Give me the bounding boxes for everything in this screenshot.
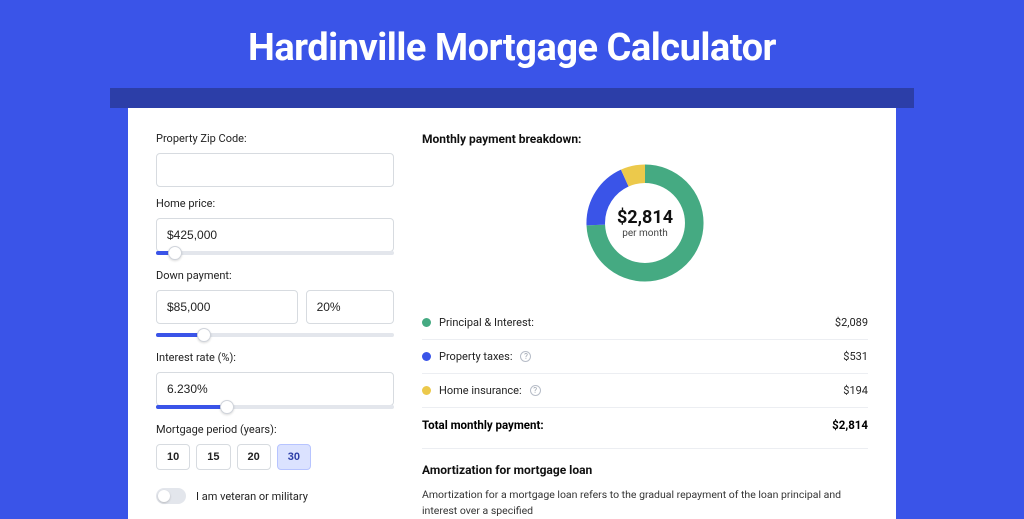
down-payment-slider[interactable] bbox=[156, 333, 394, 337]
breakdown-row-insurance: Home insurance: ? $194 bbox=[422, 374, 868, 408]
breakdown-value: $531 bbox=[843, 350, 868, 363]
zip-field: Property Zip Code: bbox=[156, 132, 394, 187]
info-icon[interactable]: ? bbox=[530, 385, 541, 396]
home-price-label: Home price: bbox=[156, 197, 394, 210]
interest-field: Interest rate (%): bbox=[156, 351, 394, 409]
breakdown-label: Home insurance: bbox=[439, 384, 522, 397]
breakdown-heading: Monthly payment breakdown: bbox=[422, 132, 868, 146]
veteran-toggle[interactable] bbox=[156, 488, 186, 504]
veteran-label: I am veteran or military bbox=[196, 490, 308, 503]
interest-slider[interactable] bbox=[156, 405, 394, 409]
breakdown-label: Property taxes: bbox=[439, 350, 512, 363]
zip-input[interactable] bbox=[156, 153, 394, 187]
down-payment-label: Down payment: bbox=[156, 269, 394, 282]
home-price-input[interactable] bbox=[156, 218, 394, 252]
period-label: Mortgage period (years): bbox=[156, 423, 394, 436]
amortization-heading: Amortization for mortgage loan bbox=[422, 448, 868, 477]
period-btn-20[interactable]: 20 bbox=[237, 444, 271, 470]
donut-sub: per month bbox=[622, 228, 668, 239]
breakdown-value: $2,089 bbox=[835, 316, 868, 329]
period-options: 10 15 20 30 bbox=[156, 444, 394, 470]
breakdown-row-taxes: Property taxes: ? $531 bbox=[422, 340, 868, 374]
zip-label: Property Zip Code: bbox=[156, 132, 394, 145]
down-payment-input[interactable] bbox=[156, 290, 298, 324]
amortization-text: Amortization for a mortgage loan refers … bbox=[422, 487, 868, 519]
slider-thumb[interactable] bbox=[197, 328, 211, 342]
total-value: $2,814 bbox=[832, 418, 868, 432]
header-shadow bbox=[110, 88, 914, 108]
dot-icon bbox=[422, 386, 431, 395]
interest-label: Interest rate (%): bbox=[156, 351, 394, 364]
slider-thumb[interactable] bbox=[168, 246, 182, 260]
slider-fill bbox=[156, 405, 227, 409]
dot-icon bbox=[422, 352, 431, 361]
breakdown-value: $194 bbox=[843, 384, 868, 397]
page-title: Hardinville Mortgage Calculator bbox=[0, 0, 1024, 88]
period-btn-30[interactable]: 30 bbox=[277, 444, 311, 470]
donut-center: $2,814 per month bbox=[580, 158, 710, 288]
form-column: Property Zip Code: Home price: Down paym… bbox=[156, 132, 394, 519]
donut-chart-wrap: $2,814 per month bbox=[422, 158, 868, 288]
total-label: Total monthly payment: bbox=[422, 418, 544, 432]
down-payment-pct-input[interactable] bbox=[306, 290, 394, 324]
donut-amount: $2,814 bbox=[617, 207, 673, 228]
donut-chart: $2,814 per month bbox=[580, 158, 710, 288]
info-icon[interactable]: ? bbox=[520, 351, 531, 362]
veteran-row: I am veteran or military bbox=[156, 488, 394, 504]
breakdown-total-row: Total monthly payment: $2,814 bbox=[422, 408, 868, 448]
home-price-field: Home price: bbox=[156, 197, 394, 255]
interest-input[interactable] bbox=[156, 372, 394, 406]
home-price-slider[interactable] bbox=[156, 251, 394, 255]
dot-icon bbox=[422, 318, 431, 327]
period-btn-15[interactable]: 15 bbox=[196, 444, 230, 470]
breakdown-row-principal: Principal & Interest: $2,089 bbox=[422, 306, 868, 340]
calculator-card: Property Zip Code: Home price: Down paym… bbox=[128, 108, 896, 519]
period-field: Mortgage period (years): 10 15 20 30 bbox=[156, 423, 394, 470]
breakdown-column: Monthly payment breakdown: $2,814 per mo… bbox=[422, 132, 868, 519]
breakdown-label: Principal & Interest: bbox=[439, 316, 534, 329]
period-btn-10[interactable]: 10 bbox=[156, 444, 190, 470]
down-payment-field: Down payment: bbox=[156, 269, 394, 337]
slider-thumb[interactable] bbox=[220, 400, 234, 414]
